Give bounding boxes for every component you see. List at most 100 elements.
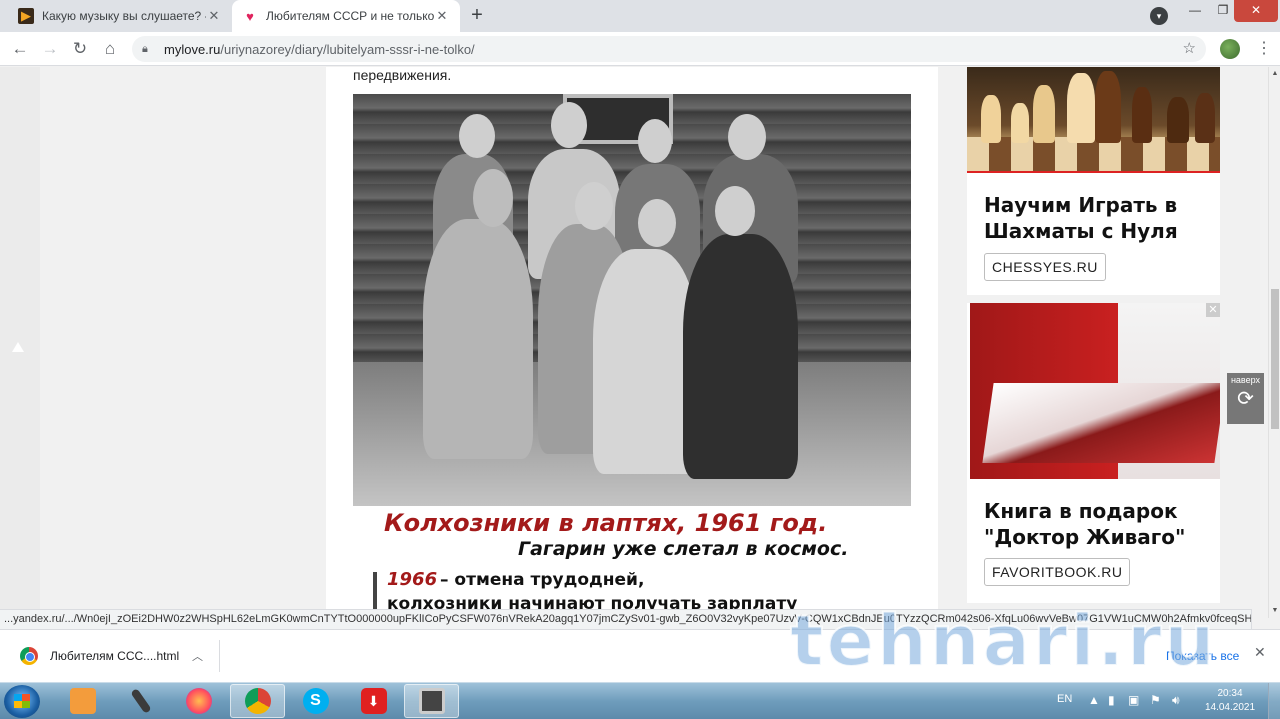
skype-icon: S	[302, 688, 329, 714]
taskbar-downloader[interactable]: ⬇	[346, 684, 401, 718]
article-text: передвижения.	[353, 67, 452, 83]
forward-button[interactable]: →	[38, 37, 62, 61]
tab-search-icon[interactable]: ▾	[1150, 7, 1168, 25]
chess-image	[967, 67, 1220, 173]
close-shelf-icon[interactable]: ✕	[1254, 644, 1266, 661]
browser-menu-icon[interactable]: ⋮	[1256, 37, 1272, 61]
download-filename: Любителям ССС....html	[50, 649, 180, 663]
to-top-label: наверх	[1230, 375, 1261, 385]
microphone-icon	[129, 688, 152, 714]
close-window-button[interactable]: ✕	[1234, 0, 1278, 22]
chrome-file-icon	[20, 647, 38, 665]
person-head	[459, 114, 495, 158]
chess-piece	[981, 95, 1001, 143]
open-book	[982, 383, 1220, 463]
kolkhoz-photo	[353, 94, 911, 506]
chevron-up-icon[interactable]: ︿	[192, 648, 203, 664]
person-head	[638, 199, 676, 247]
heart-favicon-icon: ♥	[246, 8, 254, 24]
download-item[interactable]: Любителям ССС....html ︿	[8, 640, 220, 672]
url-path: /uriynazorey/diary/lubitelyam-sssr-i-ne-…	[220, 41, 475, 57]
left-margin	[0, 67, 40, 618]
taskbar-media-player[interactable]	[55, 684, 110, 718]
taskbar-firefox[interactable]	[171, 684, 226, 718]
chess-piece	[1033, 85, 1055, 143]
download-manager-icon: ⬇	[360, 688, 387, 714]
tab-title: Любителям СССР и не только ...	[266, 9, 434, 23]
person-head	[638, 119, 672, 163]
action-center-flag-icon[interactable]: ⚑	[1150, 693, 1161, 707]
site-favicon-icon: ▶	[18, 8, 34, 24]
scroll-thumb[interactable]	[1271, 289, 1279, 429]
photo-caption-title: Колхозники в лаптях, 1961 год.	[384, 509, 828, 537]
back-button[interactable]: ←	[8, 37, 32, 61]
chess-piece	[1132, 87, 1152, 143]
person-head	[715, 186, 755, 236]
tab-strip: ▶ Какую музыку вы слушаете? - С ✕ ♥ Люби…	[0, 0, 1280, 32]
ad-title[interactable]: Книга в подарок "Доктор Живаго"	[984, 498, 1214, 550]
watermark-text: tehnari.ru	[789, 599, 1218, 683]
clock-date: 14.04.2021	[1204, 702, 1256, 713]
windows-logo-icon	[14, 694, 30, 708]
scroll-up-arrow-icon[interactable]	[12, 342, 24, 352]
refresh-arrows-icon: ⟳	[1237, 388, 1254, 410]
person-front-4	[683, 234, 798, 479]
taskbar-app[interactable]	[404, 684, 459, 718]
volume-icon[interactable]: 🔊︎	[1172, 693, 1180, 708]
taskbar-chrome[interactable]	[230, 684, 285, 718]
person-front-1	[423, 219, 533, 459]
photo-caption-subtitle: Гагарин уже слетал в космос.	[518, 538, 849, 560]
tab-title: Какую музыку вы слушаете? - С	[42, 9, 206, 23]
reload-button[interactable]: ↻	[68, 37, 92, 61]
start-button[interactable]	[4, 685, 40, 718]
close-tab-icon[interactable]: ✕	[434, 8, 450, 24]
scroll-to-top-button[interactable]: наверх ⟳	[1227, 373, 1264, 424]
clock-time: 20:34	[1217, 688, 1243, 699]
chess-piece	[1195, 93, 1215, 143]
ad-domain-button[interactable]: CHESSYES.RU	[984, 253, 1106, 281]
show-desktop-button[interactable]	[1268, 683, 1280, 719]
page-scrollbar[interactable]: ▲ ▼	[1268, 67, 1280, 618]
scroll-down-icon[interactable]: ▼	[1269, 607, 1280, 614]
ad-title[interactable]: Научим Играть в Шахматы с Нуля	[984, 192, 1214, 244]
ad-chess[interactable]: Научим Играть в Шахматы с Нуля CHESSYES.…	[967, 67, 1220, 295]
chess-piece	[1095, 71, 1121, 143]
taskbar-skype[interactable]: S	[288, 684, 343, 718]
url-host: mylove.ru	[164, 41, 221, 57]
person-head	[473, 169, 513, 227]
ad-book[interactable]: Книга в подарок "Доктор Живаго" FAVORITB…	[967, 303, 1220, 603]
ad-close-icon[interactable]: ✕	[1206, 303, 1220, 317]
book-image	[970, 303, 1220, 479]
close-tab-icon[interactable]: ✕	[206, 8, 222, 24]
scroll-up-icon[interactable]: ▲	[1269, 70, 1280, 77]
language-indicator[interactable]: EN	[1057, 693, 1072, 705]
quote-line-1: – отмена трудодней,	[440, 570, 645, 590]
article-body: передвижения. Колхозники в лаптях, 1961 …	[326, 67, 938, 618]
windows-taskbar: S ⬇ EN ▲ ▮ ▣ ⚑ 🔊︎ 20:34 14.04.2021	[0, 682, 1280, 719]
profile-avatar[interactable]	[1220, 39, 1240, 59]
taskbar-clock[interactable]: 20:34 14.04.2021	[1200, 687, 1260, 715]
person-head	[575, 182, 613, 230]
chess-piece	[1167, 97, 1189, 143]
accent-stripe	[967, 171, 1220, 173]
firefox-icon	[185, 688, 212, 714]
minimize-button[interactable]: —	[1180, 0, 1210, 22]
ad-domain-button[interactable]: FAVORITBOOK.RU	[984, 558, 1131, 586]
chrome-icon	[244, 688, 271, 714]
person-head	[551, 102, 587, 148]
home-button[interactable]: ⌂	[98, 37, 122, 61]
chess-piece	[1011, 103, 1029, 143]
tab-music[interactable]: ▶ Какую музыку вы слушаете? - С ✕	[8, 0, 232, 32]
tray-arrow-icon[interactable]: ▲	[1088, 693, 1100, 707]
new-tab-button[interactable]: +	[466, 5, 488, 27]
taskbar-microphone[interactable]	[113, 684, 168, 718]
chess-piece	[1067, 73, 1095, 143]
media-player-icon	[69, 688, 96, 714]
app-window-icon	[418, 688, 445, 714]
lock-icon[interactable]: 🔒︎	[142, 43, 154, 56]
bookmark-star-icon[interactable]: ☆	[1183, 39, 1196, 57]
address-bar[interactable]: 🔒︎ mylove.ru/uriynazorey/diary/lubitelya…	[132, 36, 1206, 62]
tab-mylove[interactable]: ♥ Любителям СССР и не только ... ✕	[232, 0, 460, 32]
tray-app-icon[interactable]: ▮	[1108, 693, 1115, 707]
network-icon[interactable]: ▣	[1128, 693, 1139, 707]
